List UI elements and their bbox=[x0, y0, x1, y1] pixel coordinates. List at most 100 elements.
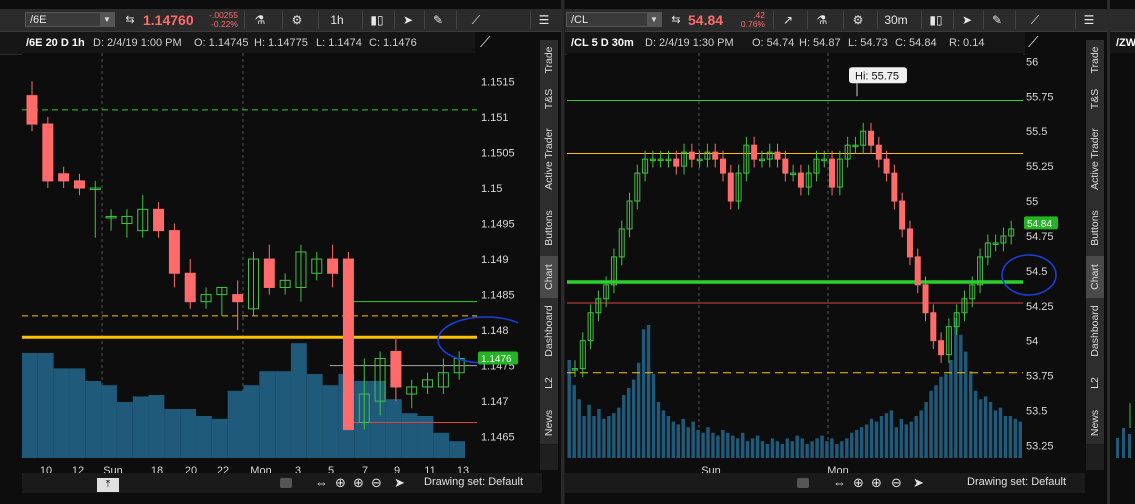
side-tab-trade[interactable]: Trade bbox=[540, 40, 558, 81]
gear-icon[interactable]: ⚙ bbox=[282, 11, 311, 29]
scrollbar-thumb[interactable] bbox=[280, 478, 292, 488]
candle-body bbox=[891, 172, 898, 202]
side-tab-chart[interactable]: Chart bbox=[1086, 256, 1104, 299]
side-tab-buttons[interactable]: Buttons bbox=[540, 200, 558, 257]
chevron-down-icon[interactable]: ▼ bbox=[647, 13, 661, 26]
side-tab-active-trader[interactable]: Active Trader bbox=[540, 118, 558, 201]
chart-info-bar: /CL 5 D 30m D: 2/4/19 1:30 PM O: 54.74 H… bbox=[565, 32, 1025, 55]
change-pct: 0.76% bbox=[740, 19, 765, 29]
chevron-down-icon[interactable]: ▼ bbox=[100, 13, 114, 26]
drawing-tools-icon[interactable]: ⟋ bbox=[456, 11, 495, 29]
chart-info-bar: /6E 20 D 1h D: 2/4/19 1:00 PM O: 1.14745… bbox=[0, 32, 475, 55]
price-chart[interactable] bbox=[1110, 53, 1135, 478]
symbol-period: /6E 20 D 1h bbox=[26, 37, 85, 49]
pointer-icon[interactable]: ➤ bbox=[913, 475, 924, 491]
side-tab-l2[interactable]: L2 bbox=[1086, 364, 1104, 403]
studies-flask-icon[interactable]: ⚗ bbox=[244, 11, 275, 29]
pointer-icon[interactable]: ➤ bbox=[394, 475, 405, 491]
volume-bar bbox=[964, 351, 968, 458]
menu-icon[interactable]: ☰ bbox=[530, 11, 557, 29]
expand-chart-icon[interactable]: ⟋ bbox=[1028, 34, 1039, 51]
candle-body bbox=[390, 350, 402, 388]
volume-bar bbox=[196, 416, 212, 458]
side-tab-news[interactable]: News bbox=[540, 402, 558, 445]
chart-type-icon[interactable]: ▮▯ bbox=[362, 11, 391, 29]
crosshair-icon[interactable]: ⊕ bbox=[853, 475, 864, 491]
volume-bar bbox=[755, 435, 760, 458]
collapse-icon[interactable]: ⤒ bbox=[97, 478, 119, 492]
side-tab-buttons[interactable]: Buttons bbox=[1086, 200, 1104, 257]
volume-bar bbox=[968, 371, 973, 458]
cursor-icon[interactable]: ➤ bbox=[953, 11, 980, 29]
drag-icon[interactable]: ⇔ bbox=[315, 475, 328, 490]
last-price: 1.14760 bbox=[143, 12, 194, 28]
pencil-icon[interactable]: ✎ bbox=[983, 11, 1010, 29]
zoom-in-icon[interactable]: ⊕ bbox=[353, 475, 364, 491]
side-tab-chart[interactable]: Chart bbox=[540, 256, 558, 299]
candle-body bbox=[938, 340, 945, 356]
side-tab-label: T&S bbox=[1089, 88, 1101, 110]
chart-type-icon[interactable]: ▮▯ bbox=[921, 11, 950, 29]
y-axis-label: 54.25 bbox=[1026, 301, 1054, 313]
side-tab-label: T&S bbox=[543, 88, 555, 110]
price-change: .42 0.76% bbox=[729, 11, 765, 29]
candle-body bbox=[797, 172, 804, 188]
info-high: H: 54.87 bbox=[799, 37, 841, 49]
side-tab-dashboard[interactable]: Dashboard bbox=[1086, 298, 1104, 365]
volume-bar bbox=[721, 430, 725, 458]
side-tab-label: Buttons bbox=[1089, 210, 1101, 246]
zoom-out-icon[interactable]: ⊖ bbox=[891, 475, 902, 491]
scrollbar-thumb[interactable] bbox=[797, 478, 809, 488]
drawing-tools-icon[interactable]: ⟋ bbox=[1015, 11, 1054, 29]
zoom-out-icon[interactable]: ⊖ bbox=[371, 475, 382, 491]
candle-body bbox=[153, 208, 165, 232]
side-tab-news[interactable]: News bbox=[1086, 402, 1104, 445]
info-close: C: 54.84 bbox=[895, 37, 937, 49]
cursor-icon[interactable]: ➤ bbox=[394, 11, 421, 29]
side-tab-trade[interactable]: Trade bbox=[1086, 40, 1104, 81]
volume-bar bbox=[641, 329, 646, 458]
drawing-set-label[interactable]: Drawing set: Default bbox=[967, 476, 1066, 488]
y-axis-label: 1.148 bbox=[481, 325, 509, 337]
gear-icon[interactable]: ⚙ bbox=[843, 11, 872, 29]
side-tab-label: Chart bbox=[1089, 264, 1101, 290]
drawing-set-label[interactable]: Drawing set: Default bbox=[424, 476, 523, 488]
side-tab-active-trader[interactable]: Active Trader bbox=[1086, 118, 1104, 201]
y-axis-label: 54.75 bbox=[1026, 231, 1054, 243]
volume-bar bbox=[770, 438, 775, 458]
info-low: L: 54.73 bbox=[848, 37, 888, 49]
candle-body bbox=[930, 312, 937, 342]
price-chart[interactable]: Hi: 55.75 56 55.75 55.5 55.25 55 54.75 54.5 54.2… bbox=[565, 53, 1060, 478]
side-tab-t-s[interactable]: T&S bbox=[540, 80, 558, 119]
studies-flask-icon[interactable]: ⚗ bbox=[807, 11, 836, 29]
volume-bar bbox=[180, 409, 197, 458]
price-chart[interactable]: 1.1515 1.151 1.1505 1.15 1.1495 1.149 1.1485 1.… bbox=[0, 53, 518, 478]
volume-bar bbox=[716, 435, 720, 458]
side-tab-dashboard[interactable]: Dashboard bbox=[540, 298, 558, 365]
symbol-text: /CL bbox=[571, 14, 589, 26]
pencil-icon[interactable]: ✎ bbox=[424, 11, 451, 29]
symbol-selector[interactable]: /CL ▼ bbox=[566, 12, 662, 27]
volume-bar bbox=[869, 418, 874, 458]
panel-divider[interactable] bbox=[561, 0, 564, 504]
zoom-in-icon[interactable]: ⊕ bbox=[871, 475, 882, 491]
volume-bar bbox=[661, 410, 666, 458]
timeframe-button[interactable]: 30m bbox=[877, 11, 914, 29]
chart-panel-6e: /6E ▼ ⇆ 1.14760 -.00255 -0.22% ⚗ ⚙ 1h ▮▯… bbox=[0, 0, 561, 504]
volume-bar bbox=[626, 388, 631, 458]
crosshair-icon[interactable]: ⊕ bbox=[335, 475, 346, 491]
timeframe-button[interactable]: 1h bbox=[318, 11, 355, 29]
info-range: R: 0.14 bbox=[949, 37, 985, 49]
volume-bar bbox=[805, 444, 809, 458]
side-tab-t-s[interactable]: T&S bbox=[1086, 80, 1104, 119]
symbol-selector[interactable]: /6E ▼ bbox=[25, 12, 115, 27]
link-icon[interactable]: ⇆ bbox=[668, 11, 684, 29]
menu-icon[interactable]: ☰ bbox=[1075, 11, 1102, 29]
expand-chart-icon[interactable]: ⟋ bbox=[480, 34, 491, 51]
side-tab-l2[interactable]: L2 bbox=[540, 364, 558, 403]
y-axis-label: 54.5 bbox=[1026, 266, 1047, 278]
link-icon[interactable]: ⇆ bbox=[122, 11, 138, 29]
share-icon[interactable]: ↗ bbox=[773, 11, 802, 29]
drag-icon[interactable]: ⇔ bbox=[833, 475, 846, 490]
volume-bar bbox=[815, 438, 819, 458]
